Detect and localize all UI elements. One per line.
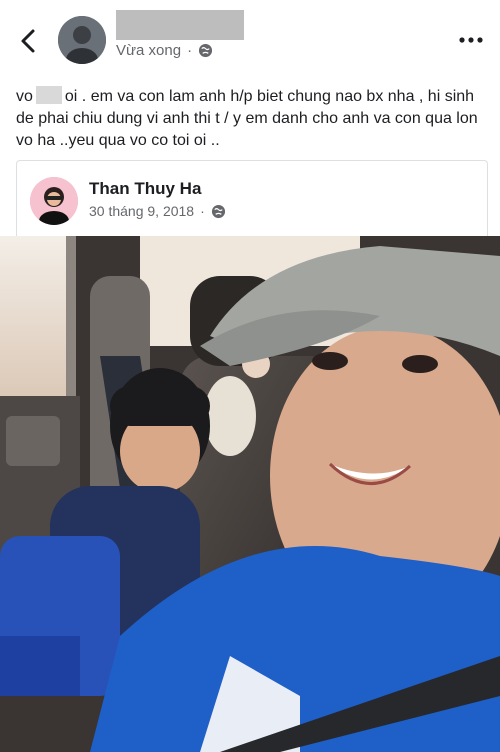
globe-icon (211, 204, 225, 218)
poster-name-redacted[interactable] (116, 10, 244, 40)
shared-post-date[interactable]: 30 tháng 9, 2018 (89, 203, 194, 219)
post-header: Vừa xong · (0, 0, 500, 82)
shared-post-meta: 30 tháng 9, 2018 · (89, 203, 226, 219)
post-text: vo oi . em va con lam anh h/p biet chung … (16, 86, 486, 152)
back-arrow-icon[interactable] (18, 28, 40, 54)
car-selfie-photo (0, 236, 500, 752)
shared-photo[interactable] (0, 236, 500, 752)
post-meta: Vừa xong · (116, 42, 213, 59)
post-text-body: oi . em va con lam anh h/p biet chung na… (16, 88, 478, 149)
poster-avatar[interactable] (58, 16, 106, 64)
shared-author-name[interactable]: Than Thuy Ha (89, 179, 201, 199)
shared-post-header[interactable]: Than Thuy Ha 30 tháng 9, 2018 · (16, 160, 488, 237)
shared-author-avatar[interactable] (30, 177, 78, 225)
redacted-name (35, 86, 62, 104)
globe-icon (199, 43, 213, 58)
post-timestamp[interactable]: Vừa xong (116, 42, 181, 59)
more-options-icon[interactable] (458, 36, 484, 44)
post-text-start: vo (16, 88, 33, 105)
